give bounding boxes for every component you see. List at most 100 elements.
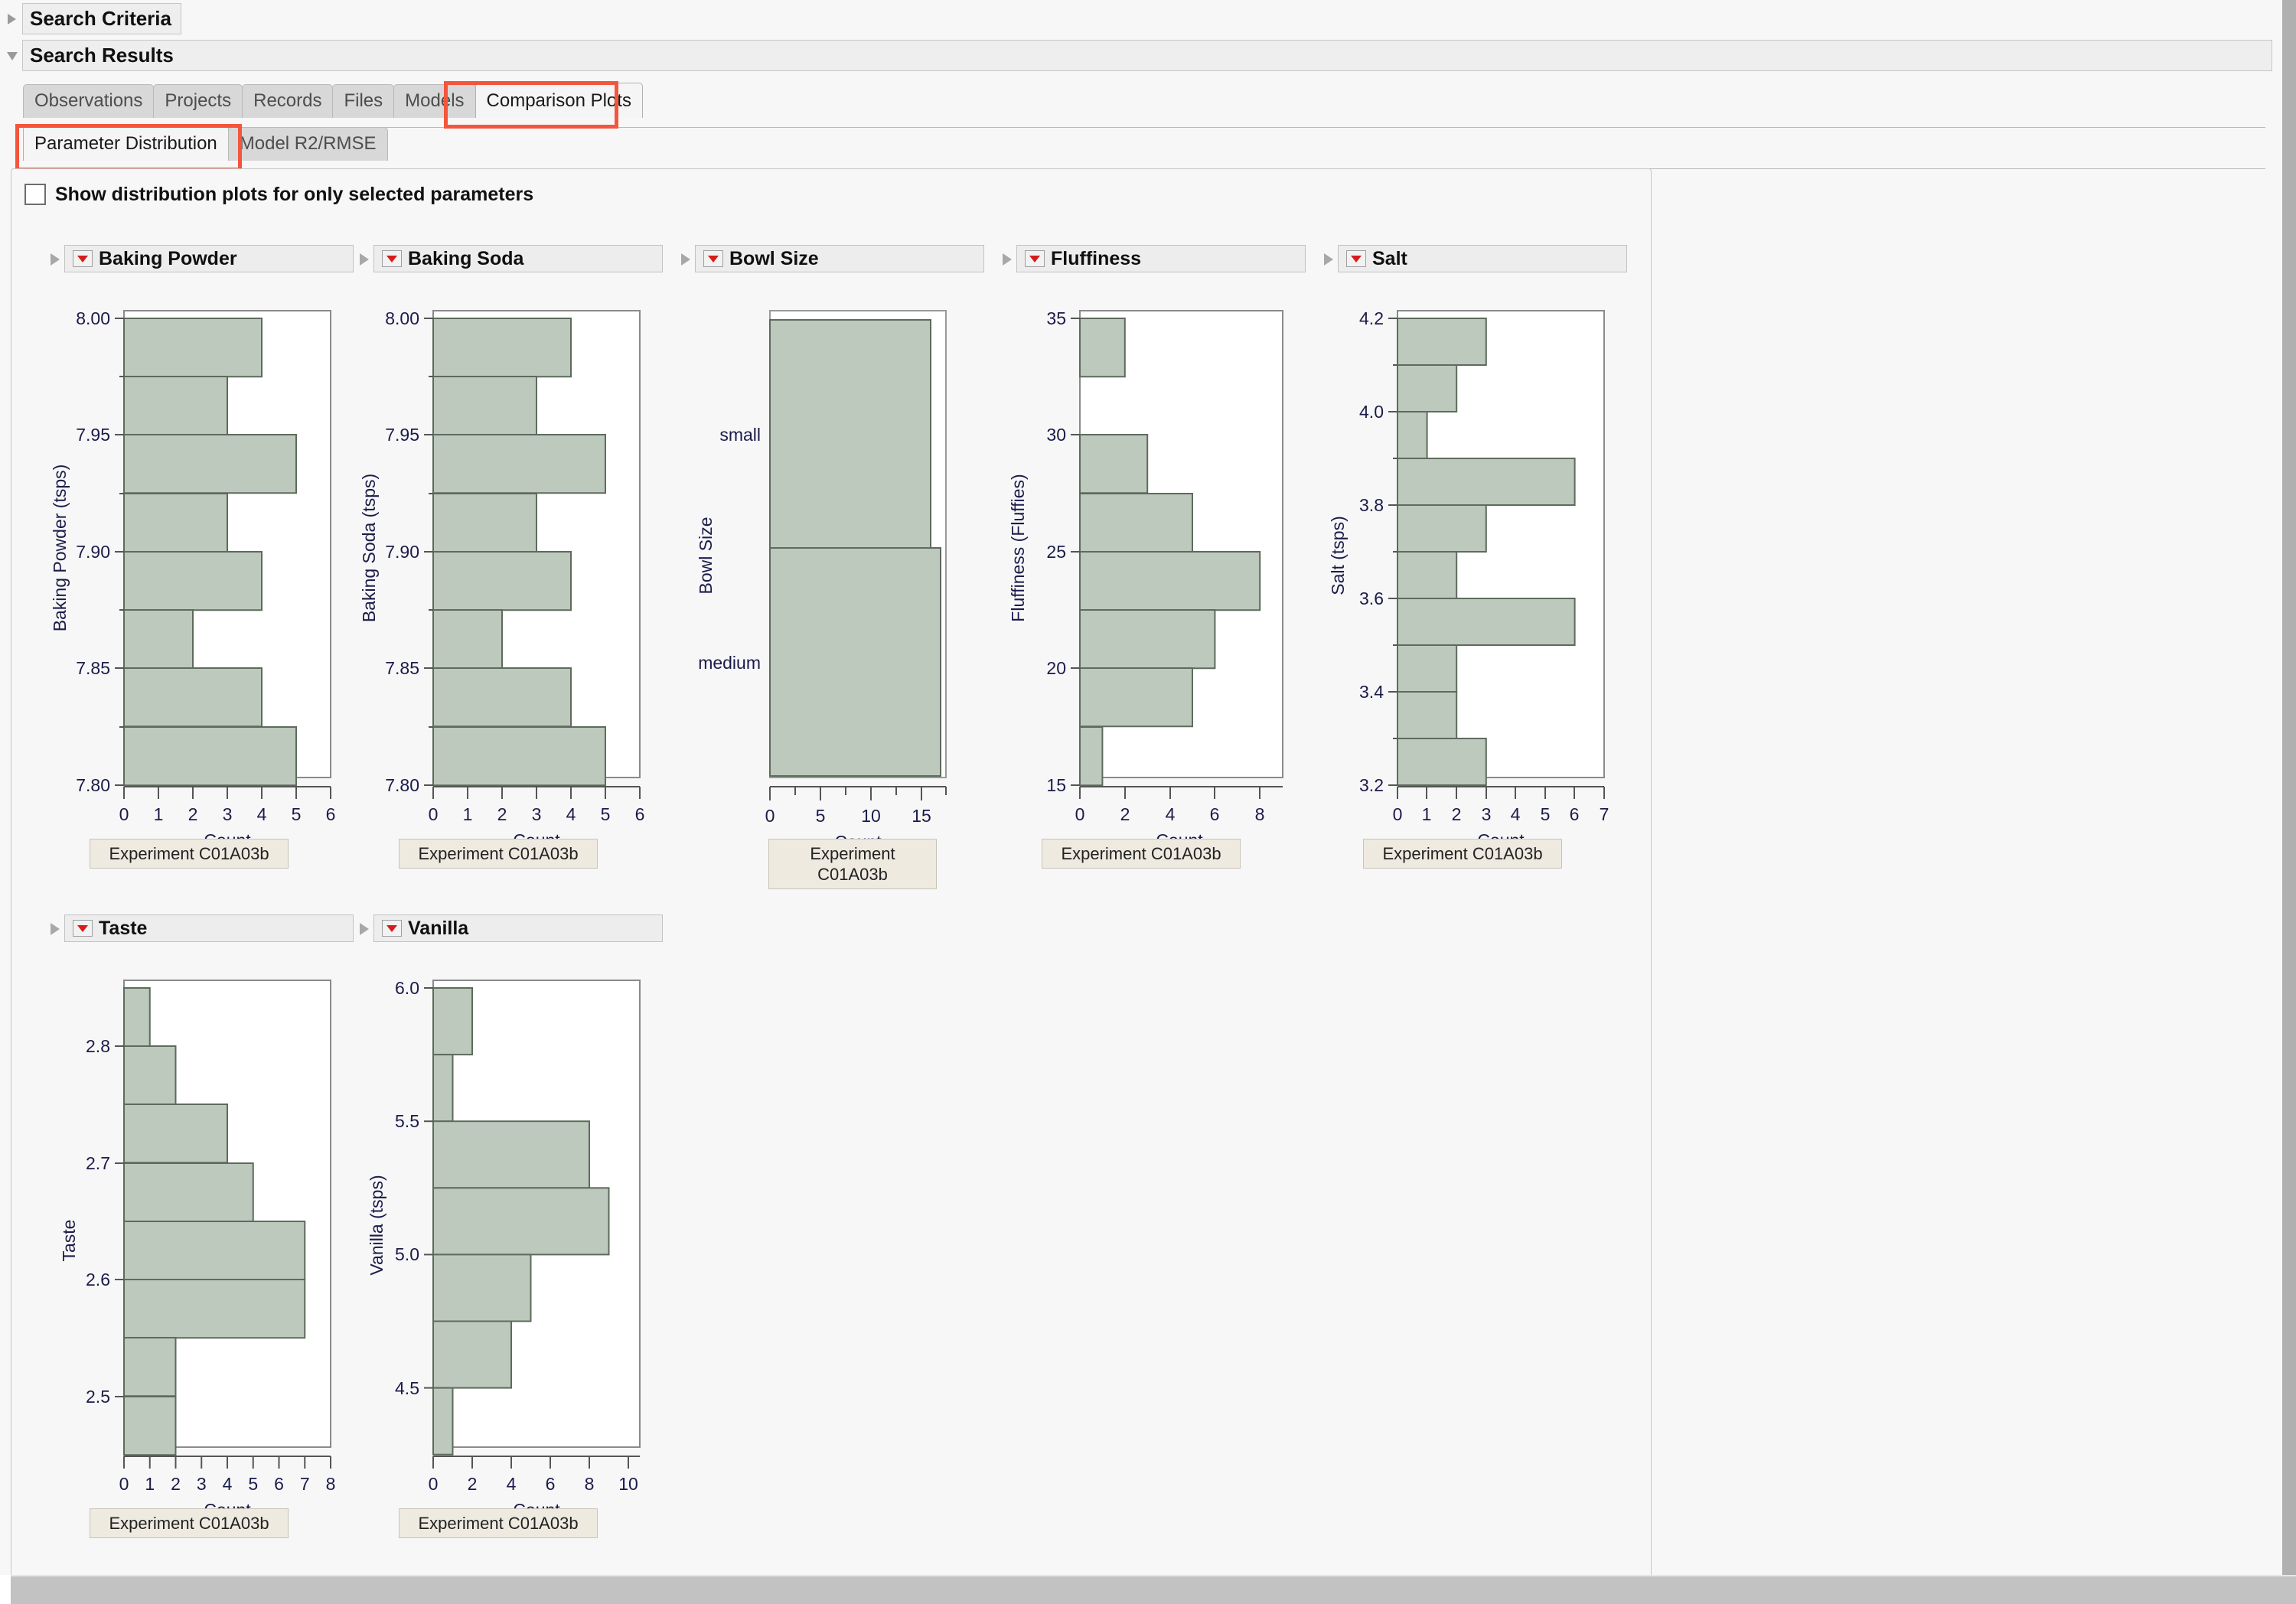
secondary-tab-strip: Parameter Distribution Model R2/RMSE — [23, 126, 388, 161]
svg-text:3: 3 — [197, 1474, 207, 1494]
tab-models[interactable]: Models — [393, 84, 476, 118]
svg-text:7.80: 7.80 — [385, 775, 419, 795]
svg-text:6: 6 — [274, 1474, 284, 1494]
dropdown-arrow-icon[interactable] — [73, 250, 93, 267]
svg-text:15: 15 — [1046, 775, 1066, 795]
svg-text:7.85: 7.85 — [76, 658, 110, 678]
plot-vanilla[interactable]: 6.0 5.5 5.0 4.5 0 2 4 6 8 10 Vanilla (ts… — [357, 973, 663, 1538]
experiment-label-bowl-size[interactable]: Experiment C01A03b — [768, 839, 937, 889]
card-title-box-vanilla[interactable]: Vanilla — [373, 914, 663, 942]
plot-svg-vanilla: 6.0 5.5 5.0 4.5 0 2 4 6 8 10 Vanilla (ts… — [367, 978, 641, 1508]
svg-text:Vanilla (tsps): Vanilla (tsps) — [367, 1175, 386, 1275]
plot-svg-baking-soda: 8.00 7.95 7.90 7.85 7.80 0 1 2 3 4 5 6 B… — [359, 308, 645, 839]
card-title-box-bowl-size[interactable]: Bowl Size — [695, 245, 984, 272]
chevron-down-icon[interactable] — [5, 47, 20, 64]
tab-parameter-distribution[interactable]: Parameter Distribution — [23, 126, 229, 161]
plot-baking-powder[interactable]: 8.00 7.95 7.90 7.85 7.80 0 1 2 3 4 5 6 B… — [47, 303, 354, 869]
dropdown-arrow-icon[interactable] — [382, 920, 402, 937]
svg-text:Bowl Size: Bowl Size — [696, 517, 716, 595]
card-head-baking-powder[interactable]: Baking Powder — [47, 245, 354, 272]
card-head-baking-soda[interactable]: Baking Soda — [357, 245, 663, 272]
chevron-right-icon[interactable] — [1321, 249, 1338, 269]
experiment-label-vanilla[interactable]: Experiment C01A03b — [399, 1508, 598, 1538]
svg-text:6: 6 — [1570, 804, 1580, 824]
chevron-right-icon[interactable] — [47, 918, 64, 938]
card-title-box-taste[interactable]: Taste — [64, 914, 354, 942]
svg-text:6.0: 6.0 — [395, 978, 419, 998]
card-head-taste[interactable]: Taste — [47, 914, 354, 942]
svg-text:6: 6 — [546, 1474, 556, 1494]
svg-text:2.8: 2.8 — [86, 1036, 110, 1056]
tab-comparison-plots[interactable]: Comparison Plots — [475, 83, 643, 118]
chevron-right-icon[interactable] — [678, 249, 695, 269]
show-selected-only-checkbox[interactable] — [24, 184, 46, 205]
svg-text:0: 0 — [1075, 804, 1085, 824]
window-bottom-edge — [0, 1575, 2296, 1604]
svg-text:5: 5 — [1541, 804, 1551, 824]
card-title-baking-powder: Baking Powder — [99, 248, 237, 269]
outline-search-results[interactable]: Search Results — [5, 40, 2272, 71]
application-window: Search Criteria Search Results Observati… — [0, 0, 2296, 1604]
chevron-right-icon[interactable] — [357, 249, 373, 269]
experiment-label-taste[interactable]: Experiment C01A03b — [90, 1508, 289, 1538]
dropdown-arrow-icon[interactable] — [1025, 250, 1045, 267]
outline-search-criteria[interactable]: Search Criteria — [5, 3, 181, 34]
svg-text:0: 0 — [429, 1474, 439, 1494]
experiment-label-baking-soda[interactable]: Experiment C01A03b — [399, 839, 598, 869]
card-title-box-salt[interactable]: Salt — [1338, 245, 1627, 272]
chevron-right-icon[interactable] — [5, 11, 20, 28]
card-title-box-fluffiness[interactable]: Fluffiness — [1016, 245, 1306, 272]
svg-text:6: 6 — [635, 804, 645, 824]
plot-salt[interactable]: 4.2 4.0 3.8 3.6 3.4 3.2 0 1 2 3 4 5 6 7 … — [1321, 303, 1627, 869]
svg-text:4: 4 — [566, 804, 576, 824]
tab-model-r2-rmse[interactable]: Model R2/RMSE — [227, 127, 388, 161]
dropdown-arrow-icon[interactable] — [382, 250, 402, 267]
show-selected-only-row[interactable]: Show distribution plots for only selecte… — [24, 184, 533, 205]
experiment-label-baking-powder[interactable]: Experiment C01A03b — [90, 839, 289, 869]
plot-card-bowl-size: Bowl Size small medium 0 5 10 15 Bowl Si… — [678, 245, 984, 889]
dropdown-arrow-icon[interactable] — [703, 250, 723, 267]
svg-text:2.7: 2.7 — [86, 1153, 110, 1173]
plot-card-salt: Salt 4.2 4.0 3.8 3.6 3.4 3.2 0 1 2 3 4 5… — [1321, 245, 1627, 869]
chevron-right-icon[interactable] — [1000, 249, 1016, 269]
svg-text:7.80: 7.80 — [76, 775, 110, 795]
plot-fluffiness[interactable]: 35 30 25 20 15 0 2 4 6 8 Count — [1000, 303, 1306, 869]
svg-text:3: 3 — [223, 804, 233, 824]
plot-taste[interactable]: 2.8 2.7 2.6 2.5 0 1 2 3 4 5 6 7 8 Taste … — [47, 973, 354, 1538]
svg-text:7: 7 — [300, 1474, 310, 1494]
svg-text:4: 4 — [507, 1474, 517, 1494]
tab-files[interactable]: Files — [332, 84, 395, 118]
plot-bowl-size[interactable]: small medium 0 5 10 15 Cou — [678, 303, 984, 889]
card-title-box-baking-soda[interactable]: Baking Soda — [373, 245, 663, 272]
card-head-vanilla[interactable]: Vanilla — [357, 914, 663, 942]
dropdown-arrow-icon[interactable] — [1346, 250, 1366, 267]
tab-records[interactable]: Records — [242, 84, 334, 118]
experiment-label-salt[interactable]: Experiment C01A03b — [1363, 839, 1562, 869]
svg-text:7.90: 7.90 — [385, 542, 419, 562]
dropdown-arrow-icon[interactable] — [73, 920, 93, 937]
svg-text:8.00: 8.00 — [385, 308, 419, 328]
card-head-bowl-size[interactable]: Bowl Size — [678, 245, 984, 272]
plot-card-taste: Taste 2.8 2.7 2.6 2.5 0 1 2 3 4 5 6 7 8 … — [47, 914, 354, 1538]
chevron-right-icon[interactable] — [357, 918, 373, 938]
card-head-fluffiness[interactable]: Fluffiness — [1000, 245, 1306, 272]
svg-text:2: 2 — [1452, 804, 1462, 824]
card-head-salt[interactable]: Salt — [1321, 245, 1627, 272]
tab-projects[interactable]: Projects — [153, 84, 243, 118]
svg-text:6: 6 — [1210, 804, 1220, 824]
svg-text:3.8: 3.8 — [1359, 495, 1384, 515]
chevron-right-icon[interactable] — [47, 249, 64, 269]
window-right-edge — [2282, 0, 2296, 1576]
experiment-label-fluffiness[interactable]: Experiment C01A03b — [1042, 839, 1241, 869]
card-title-box-baking-powder[interactable]: Baking Powder — [64, 245, 354, 272]
svg-text:3: 3 — [532, 804, 542, 824]
svg-text:7.95: 7.95 — [76, 425, 110, 445]
svg-text:10: 10 — [861, 806, 881, 826]
svg-text:2.6: 2.6 — [86, 1270, 110, 1289]
svg-text:7.90: 7.90 — [76, 542, 110, 562]
tab-observations[interactable]: Observations — [23, 84, 155, 118]
svg-text:2: 2 — [171, 1474, 181, 1494]
svg-text:5.0: 5.0 — [395, 1244, 419, 1264]
svg-text:medium: medium — [698, 653, 761, 673]
plot-baking-soda[interactable]: 8.00 7.95 7.90 7.85 7.80 0 1 2 3 4 5 6 B… — [357, 303, 663, 869]
